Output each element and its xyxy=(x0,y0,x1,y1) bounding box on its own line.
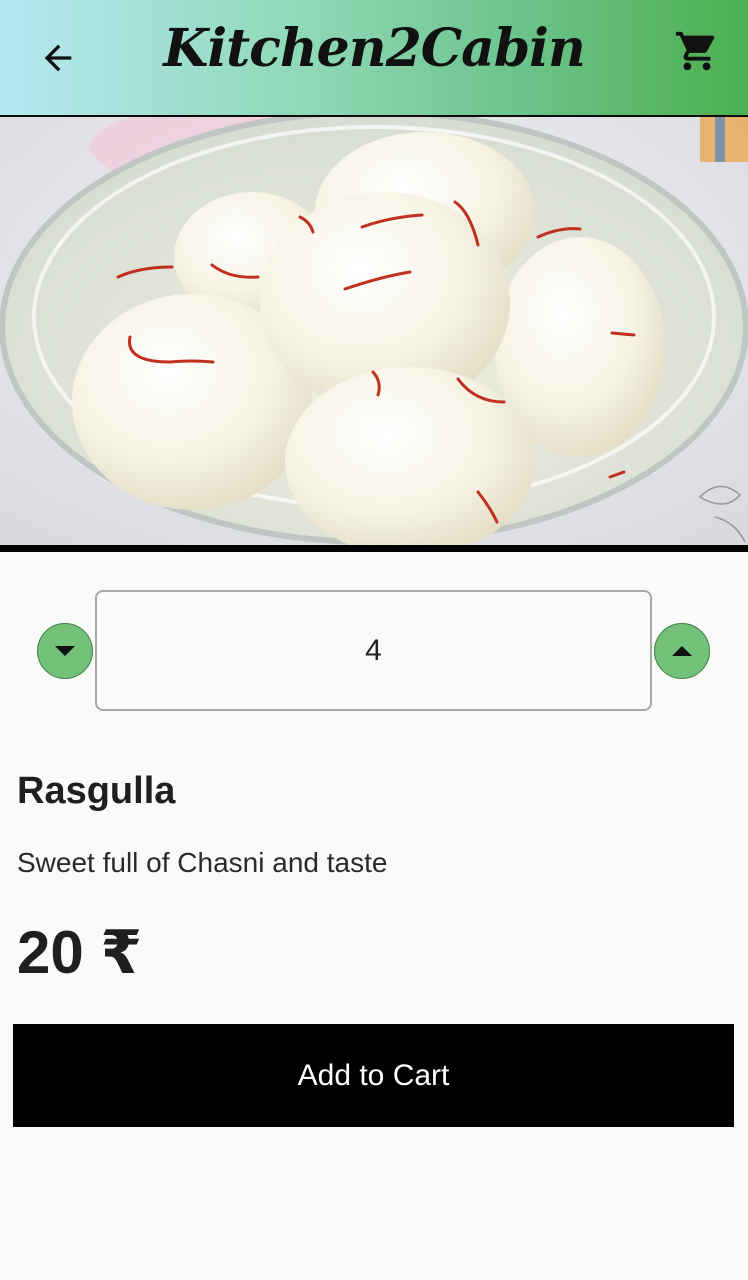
quantity-increment-button[interactable] xyxy=(654,623,710,679)
quantity-value: 4 xyxy=(365,633,382,667)
quantity-decrement-button[interactable] xyxy=(37,623,93,679)
add-to-cart-label: Add to Cart xyxy=(297,1058,450,1092)
app-title: Kitchen2Cabin xyxy=(163,18,586,79)
product-photo xyxy=(0,117,748,545)
product-description: Sweet full of Chasni and taste xyxy=(17,847,388,878)
chevron-down-icon xyxy=(55,646,75,656)
image-divider xyxy=(0,545,748,552)
product-image xyxy=(0,117,748,545)
quantity-input[interactable]: 4 xyxy=(95,590,652,711)
chevron-up-icon xyxy=(672,646,692,656)
cart-button[interactable] xyxy=(672,26,722,76)
app-bar: Kitchen2Cabin xyxy=(0,0,748,117)
product-name: Rasgulla xyxy=(17,770,176,812)
shopping-cart-icon xyxy=(675,31,715,71)
add-to-cart-button[interactable]: Add to Cart xyxy=(13,1024,734,1127)
product-price: 20 ₹ xyxy=(17,919,143,986)
